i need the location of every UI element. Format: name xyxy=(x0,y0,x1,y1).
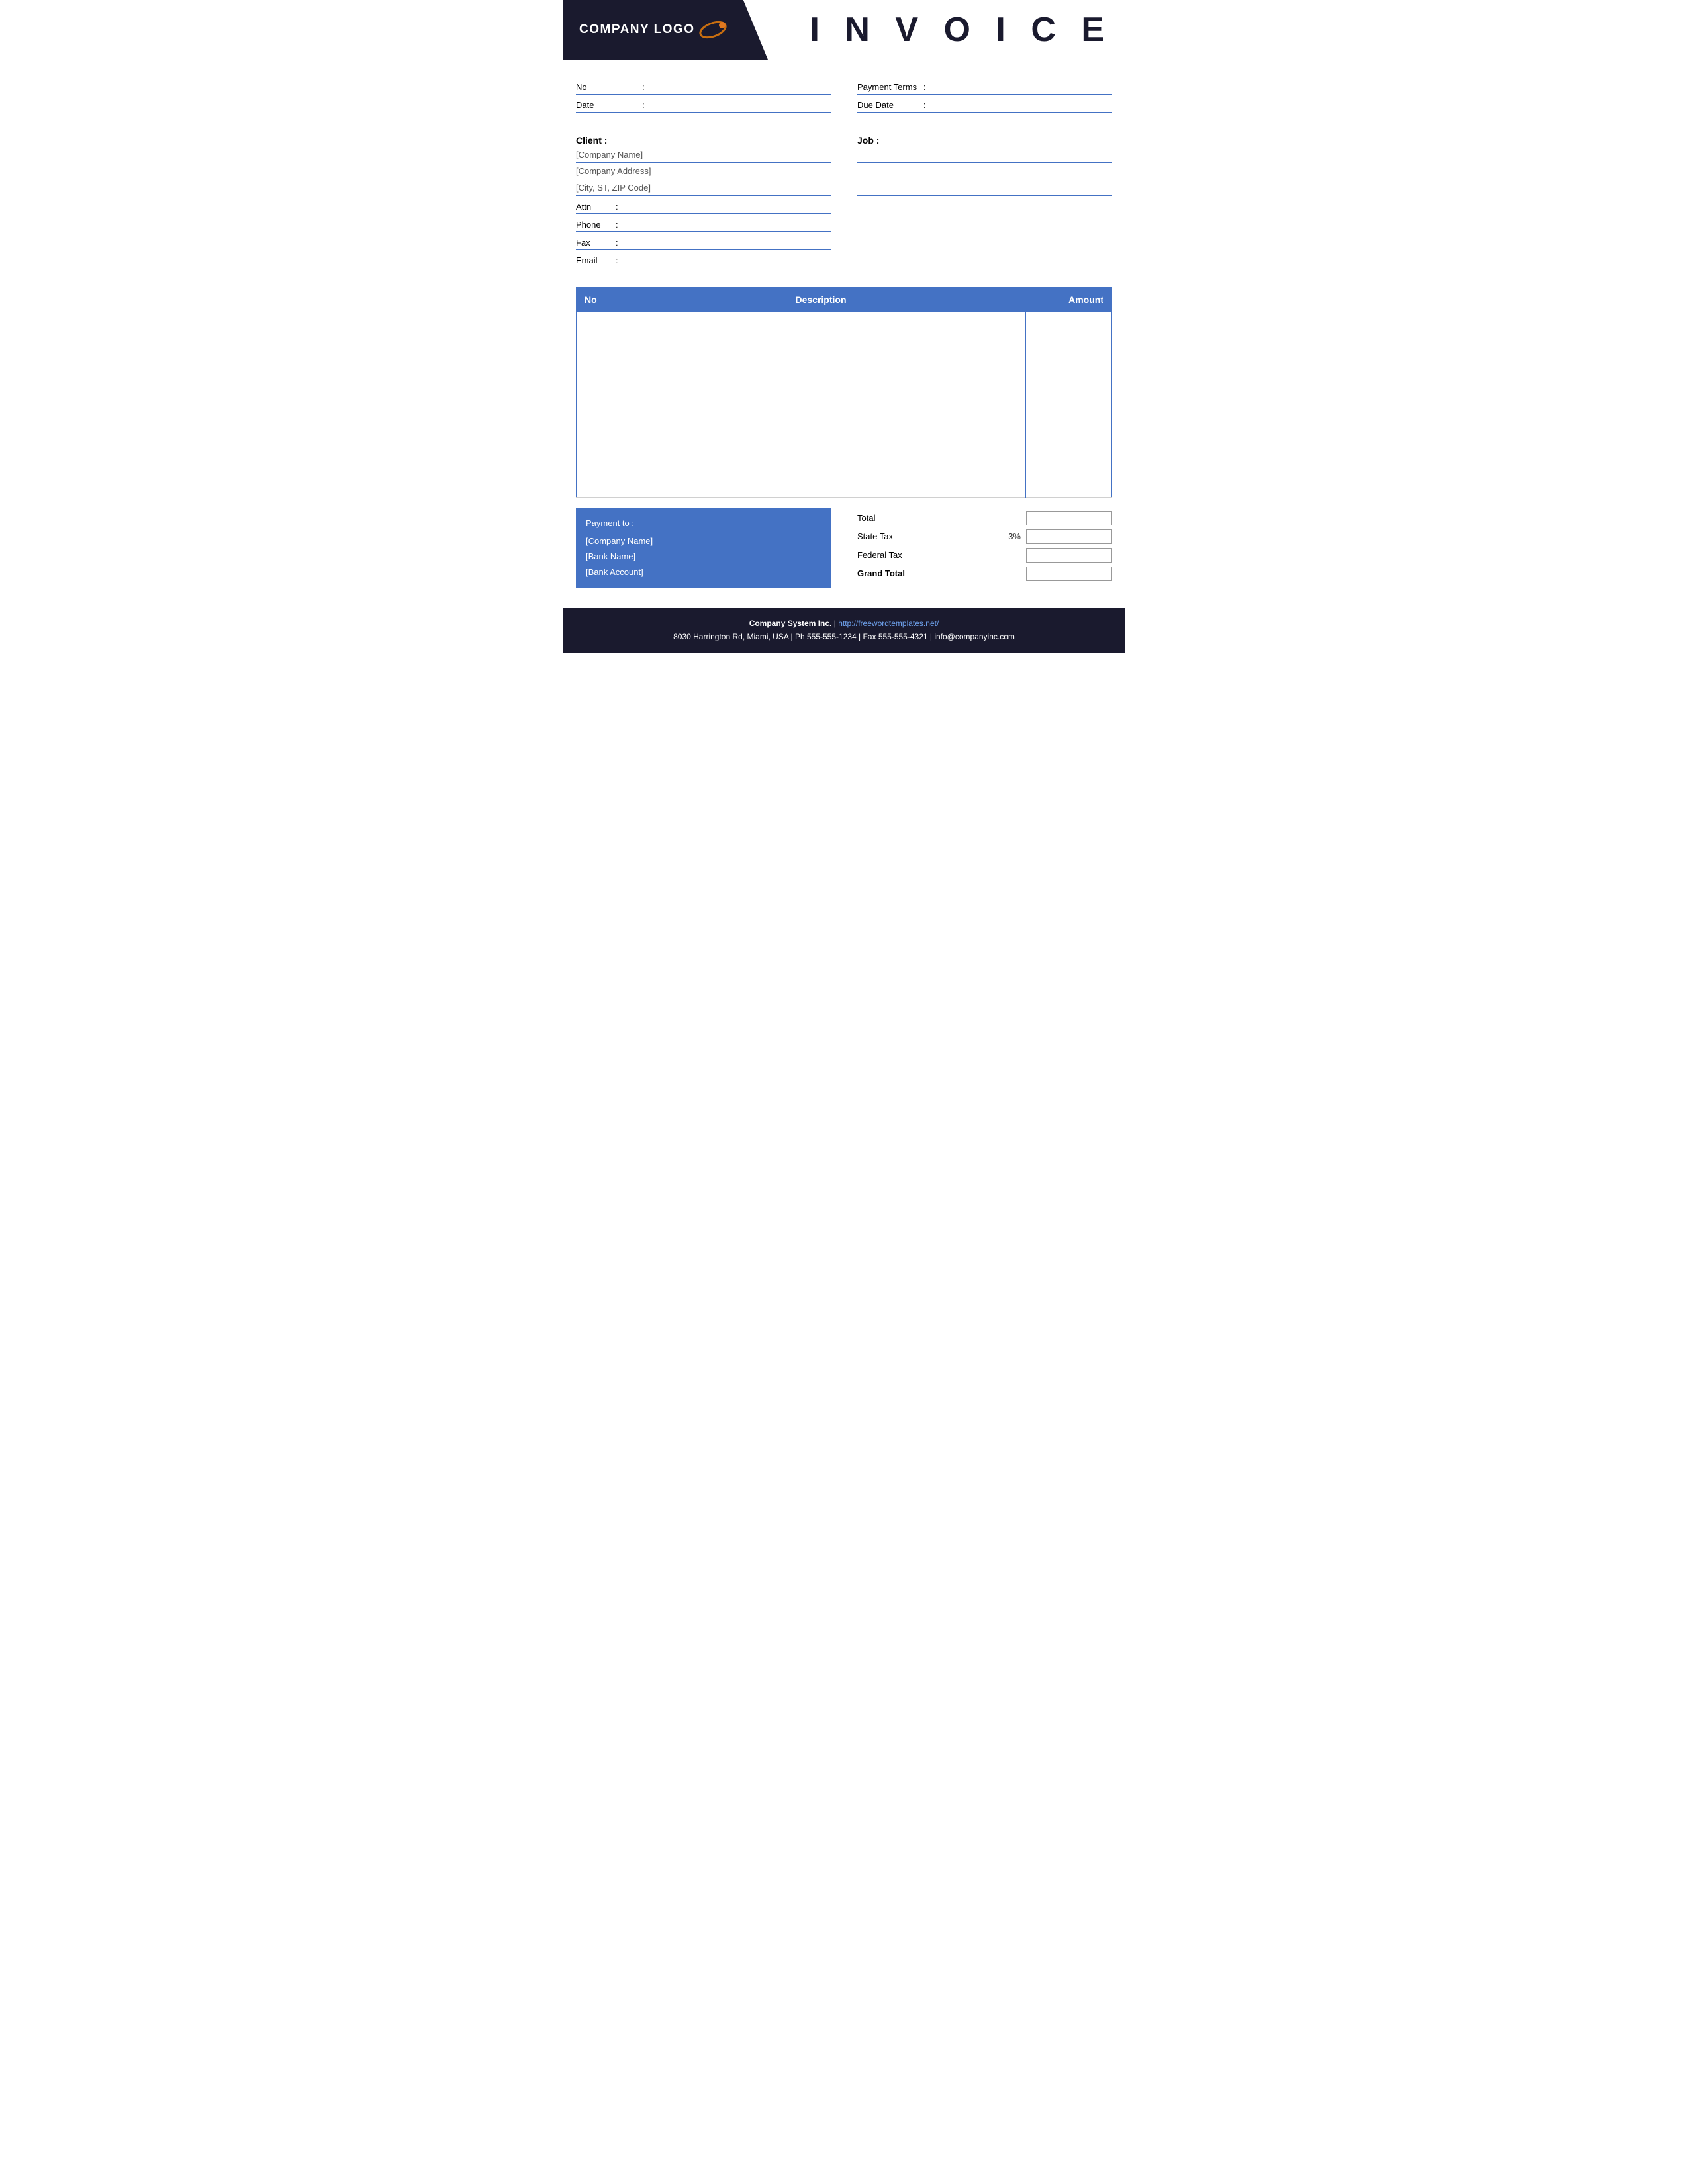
info-section: No : Date : Payment Terms : Due Date : xyxy=(563,73,1125,122)
logo-orbit-icon xyxy=(699,21,727,39)
invoice-title: I N V O I C E xyxy=(810,10,1113,50)
footer-line2: 8030 Harrington Rd, Miami, USA | Ph 555-… xyxy=(576,630,1112,643)
client-fax-row: Fax : xyxy=(576,235,831,250)
state-tax-percent: 3% xyxy=(1008,531,1021,541)
client-city: [City, ST, ZIP Code] xyxy=(576,183,831,196)
due-date-row: Due Date : xyxy=(857,97,1112,113)
payment-bank-name: [Bank Name] xyxy=(586,549,821,564)
due-date-label: Due Date xyxy=(857,100,923,110)
phone-colon: : xyxy=(616,220,618,230)
total-label: Total xyxy=(857,513,1026,523)
payment-company-name: [Company Name] xyxy=(586,533,821,549)
no-label: No xyxy=(576,82,642,92)
page-footer: Company System Inc. | http://freewordtem… xyxy=(563,608,1125,653)
job-line2 xyxy=(857,166,1112,179)
fax-label: Fax xyxy=(576,238,616,248)
company-logo-text: COMPANY LOGO xyxy=(579,23,695,37)
table-header-row: No Description Amount xyxy=(577,288,1112,312)
col-no-header: No xyxy=(577,288,616,312)
fax-value xyxy=(624,235,831,246)
fax-colon: : xyxy=(616,238,618,248)
payment-terms-colon: : xyxy=(923,82,926,92)
invoice-title-section: I N V O I C E xyxy=(768,0,1125,60)
totals-section: Total State Tax 3% Federal Tax Grand Tot… xyxy=(857,508,1112,588)
email-value xyxy=(624,253,831,263)
state-tax-label: State Tax xyxy=(857,531,1008,541)
date-row: Date : xyxy=(576,97,831,113)
no-value xyxy=(651,79,831,90)
client-company-name: [Company Name] xyxy=(576,150,831,163)
client-company-address: [Company Address] xyxy=(576,166,831,179)
payment-bank-account: [Bank Account] xyxy=(586,565,821,580)
date-colon: : xyxy=(642,100,645,110)
due-date-value xyxy=(933,97,1112,108)
job-line1 xyxy=(857,150,1112,163)
attn-colon: : xyxy=(616,202,618,212)
row-description xyxy=(616,312,1026,497)
due-date-colon: : xyxy=(923,100,926,110)
no-colon: : xyxy=(642,82,645,92)
bottom-section: Payment to : [Company Name] [Bank Name] … xyxy=(563,508,1125,588)
payment-terms-value xyxy=(933,79,1112,90)
client-header: Client : xyxy=(576,135,831,146)
payment-terms-row: Payment Terms : xyxy=(857,79,1112,95)
state-tax-value-box xyxy=(1026,529,1112,544)
client-label: Client : xyxy=(576,135,607,146)
payment-terms-label: Payment Terms xyxy=(857,82,923,92)
col-amount-header: Amount xyxy=(1026,288,1112,312)
grand-total-row: Grand Total xyxy=(857,567,1112,581)
grand-total-label: Grand Total xyxy=(857,569,1026,578)
job-line3 xyxy=(857,183,1112,196)
federal-tax-row: Federal Tax xyxy=(857,548,1112,563)
footer-company: Company System Inc. xyxy=(749,619,832,628)
attn-label: Attn xyxy=(576,202,616,212)
email-colon: : xyxy=(616,255,618,265)
logo-section: COMPANY LOGO xyxy=(563,0,768,60)
date-value xyxy=(651,97,831,108)
page-header: COMPANY LOGO I N V O I C E xyxy=(563,0,1125,60)
table-row xyxy=(577,312,1112,497)
total-row: Total xyxy=(857,511,1112,525)
job-line4 xyxy=(857,199,1112,212)
client-phone-row: Phone : xyxy=(576,217,831,232)
payment-box: Payment to : [Company Name] [Bank Name] … xyxy=(576,508,831,588)
job-header: Job : xyxy=(857,135,1112,146)
attn-value xyxy=(624,199,831,210)
footer-website[interactable]: http://freewordtemplates.net/ xyxy=(838,619,939,628)
federal-tax-value-box xyxy=(1026,548,1112,563)
row-amount xyxy=(1026,312,1112,497)
invoice-table: No Description Amount xyxy=(576,287,1112,498)
grand-total-value-box xyxy=(1026,567,1112,581)
total-value-box xyxy=(1026,511,1112,525)
job-label: Job : xyxy=(857,135,879,146)
email-label: Email xyxy=(576,255,616,265)
phone-label: Phone xyxy=(576,220,616,230)
col-description-header: Description xyxy=(616,288,1026,312)
date-label: Date xyxy=(576,100,642,110)
client-attn-row: Attn : xyxy=(576,199,831,214)
client-email-row: Email : xyxy=(576,253,831,267)
no-row: No : xyxy=(576,79,831,95)
payment-to-label: Payment to : xyxy=(586,516,821,531)
footer-line1: Company System Inc. | http://freewordtem… xyxy=(576,617,1112,630)
client-job-section: Client : [Company Name] [Company Address… xyxy=(563,128,1125,277)
client-column: Client : [Company Name] [Company Address… xyxy=(576,135,831,271)
federal-tax-label: Federal Tax xyxy=(857,550,1026,560)
state-tax-row: State Tax 3% xyxy=(857,529,1112,544)
job-column: Job : xyxy=(857,135,1112,271)
phone-value xyxy=(624,217,831,228)
row-no xyxy=(577,312,616,497)
